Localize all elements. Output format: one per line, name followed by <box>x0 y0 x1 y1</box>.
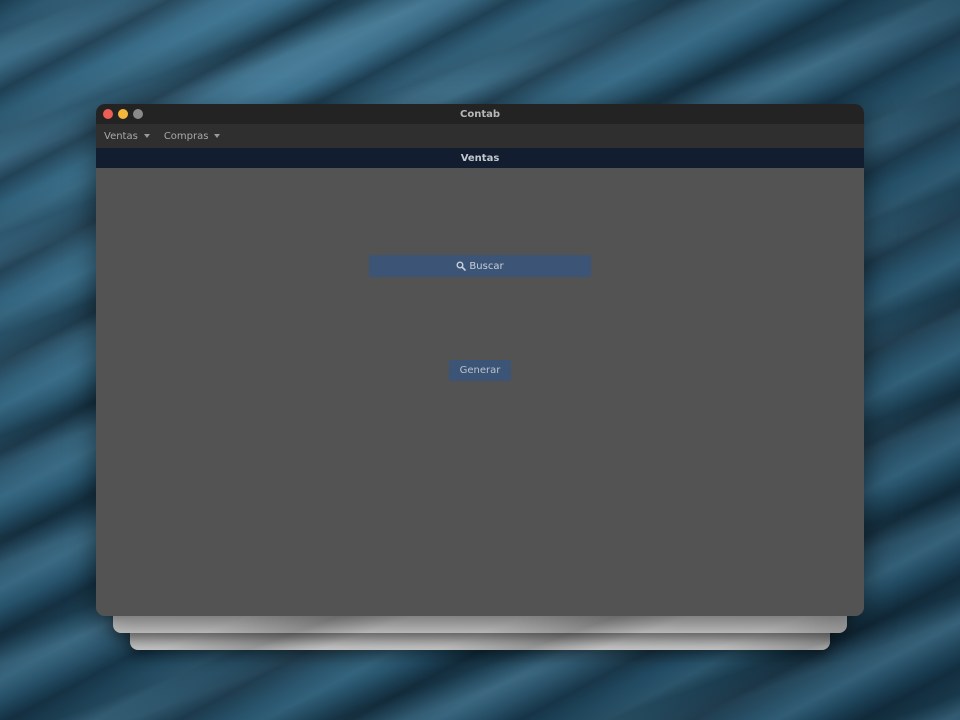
panel-header: Ventas <box>96 148 864 168</box>
maximize-button[interactable] <box>133 109 143 119</box>
search-button-label: Buscar <box>469 260 504 272</box>
app-window: Contab Ventas Compras Ventas Buscar Gene… <box>96 104 864 616</box>
minimize-button[interactable] <box>118 109 128 119</box>
desktop-background: Contab Ventas Compras Ventas Buscar Gene… <box>0 0 960 720</box>
window-controls <box>103 109 143 119</box>
window-title: Contab <box>459 108 500 120</box>
menu-bar: Ventas Compras <box>96 124 864 148</box>
search-icon <box>456 261 467 271</box>
menu-ventas-label: Ventas <box>104 130 138 142</box>
panel-title: Ventas <box>460 152 500 164</box>
menu-compras-label: Compras <box>163 130 209 142</box>
generate-button[interactable]: Generar <box>449 360 511 381</box>
close-button[interactable] <box>103 109 113 119</box>
search-button[interactable]: Buscar <box>369 255 591 277</box>
main-content: Buscar Generar <box>96 168 864 616</box>
generate-button-label: Generar <box>459 365 501 376</box>
menu-compras[interactable]: Compras <box>164 131 221 142</box>
menu-ventas[interactable]: Ventas <box>104 131 150 142</box>
chevron-down-icon <box>214 134 221 138</box>
chevron-down-icon <box>143 134 150 138</box>
title-bar[interactable]: Contab <box>96 104 864 124</box>
